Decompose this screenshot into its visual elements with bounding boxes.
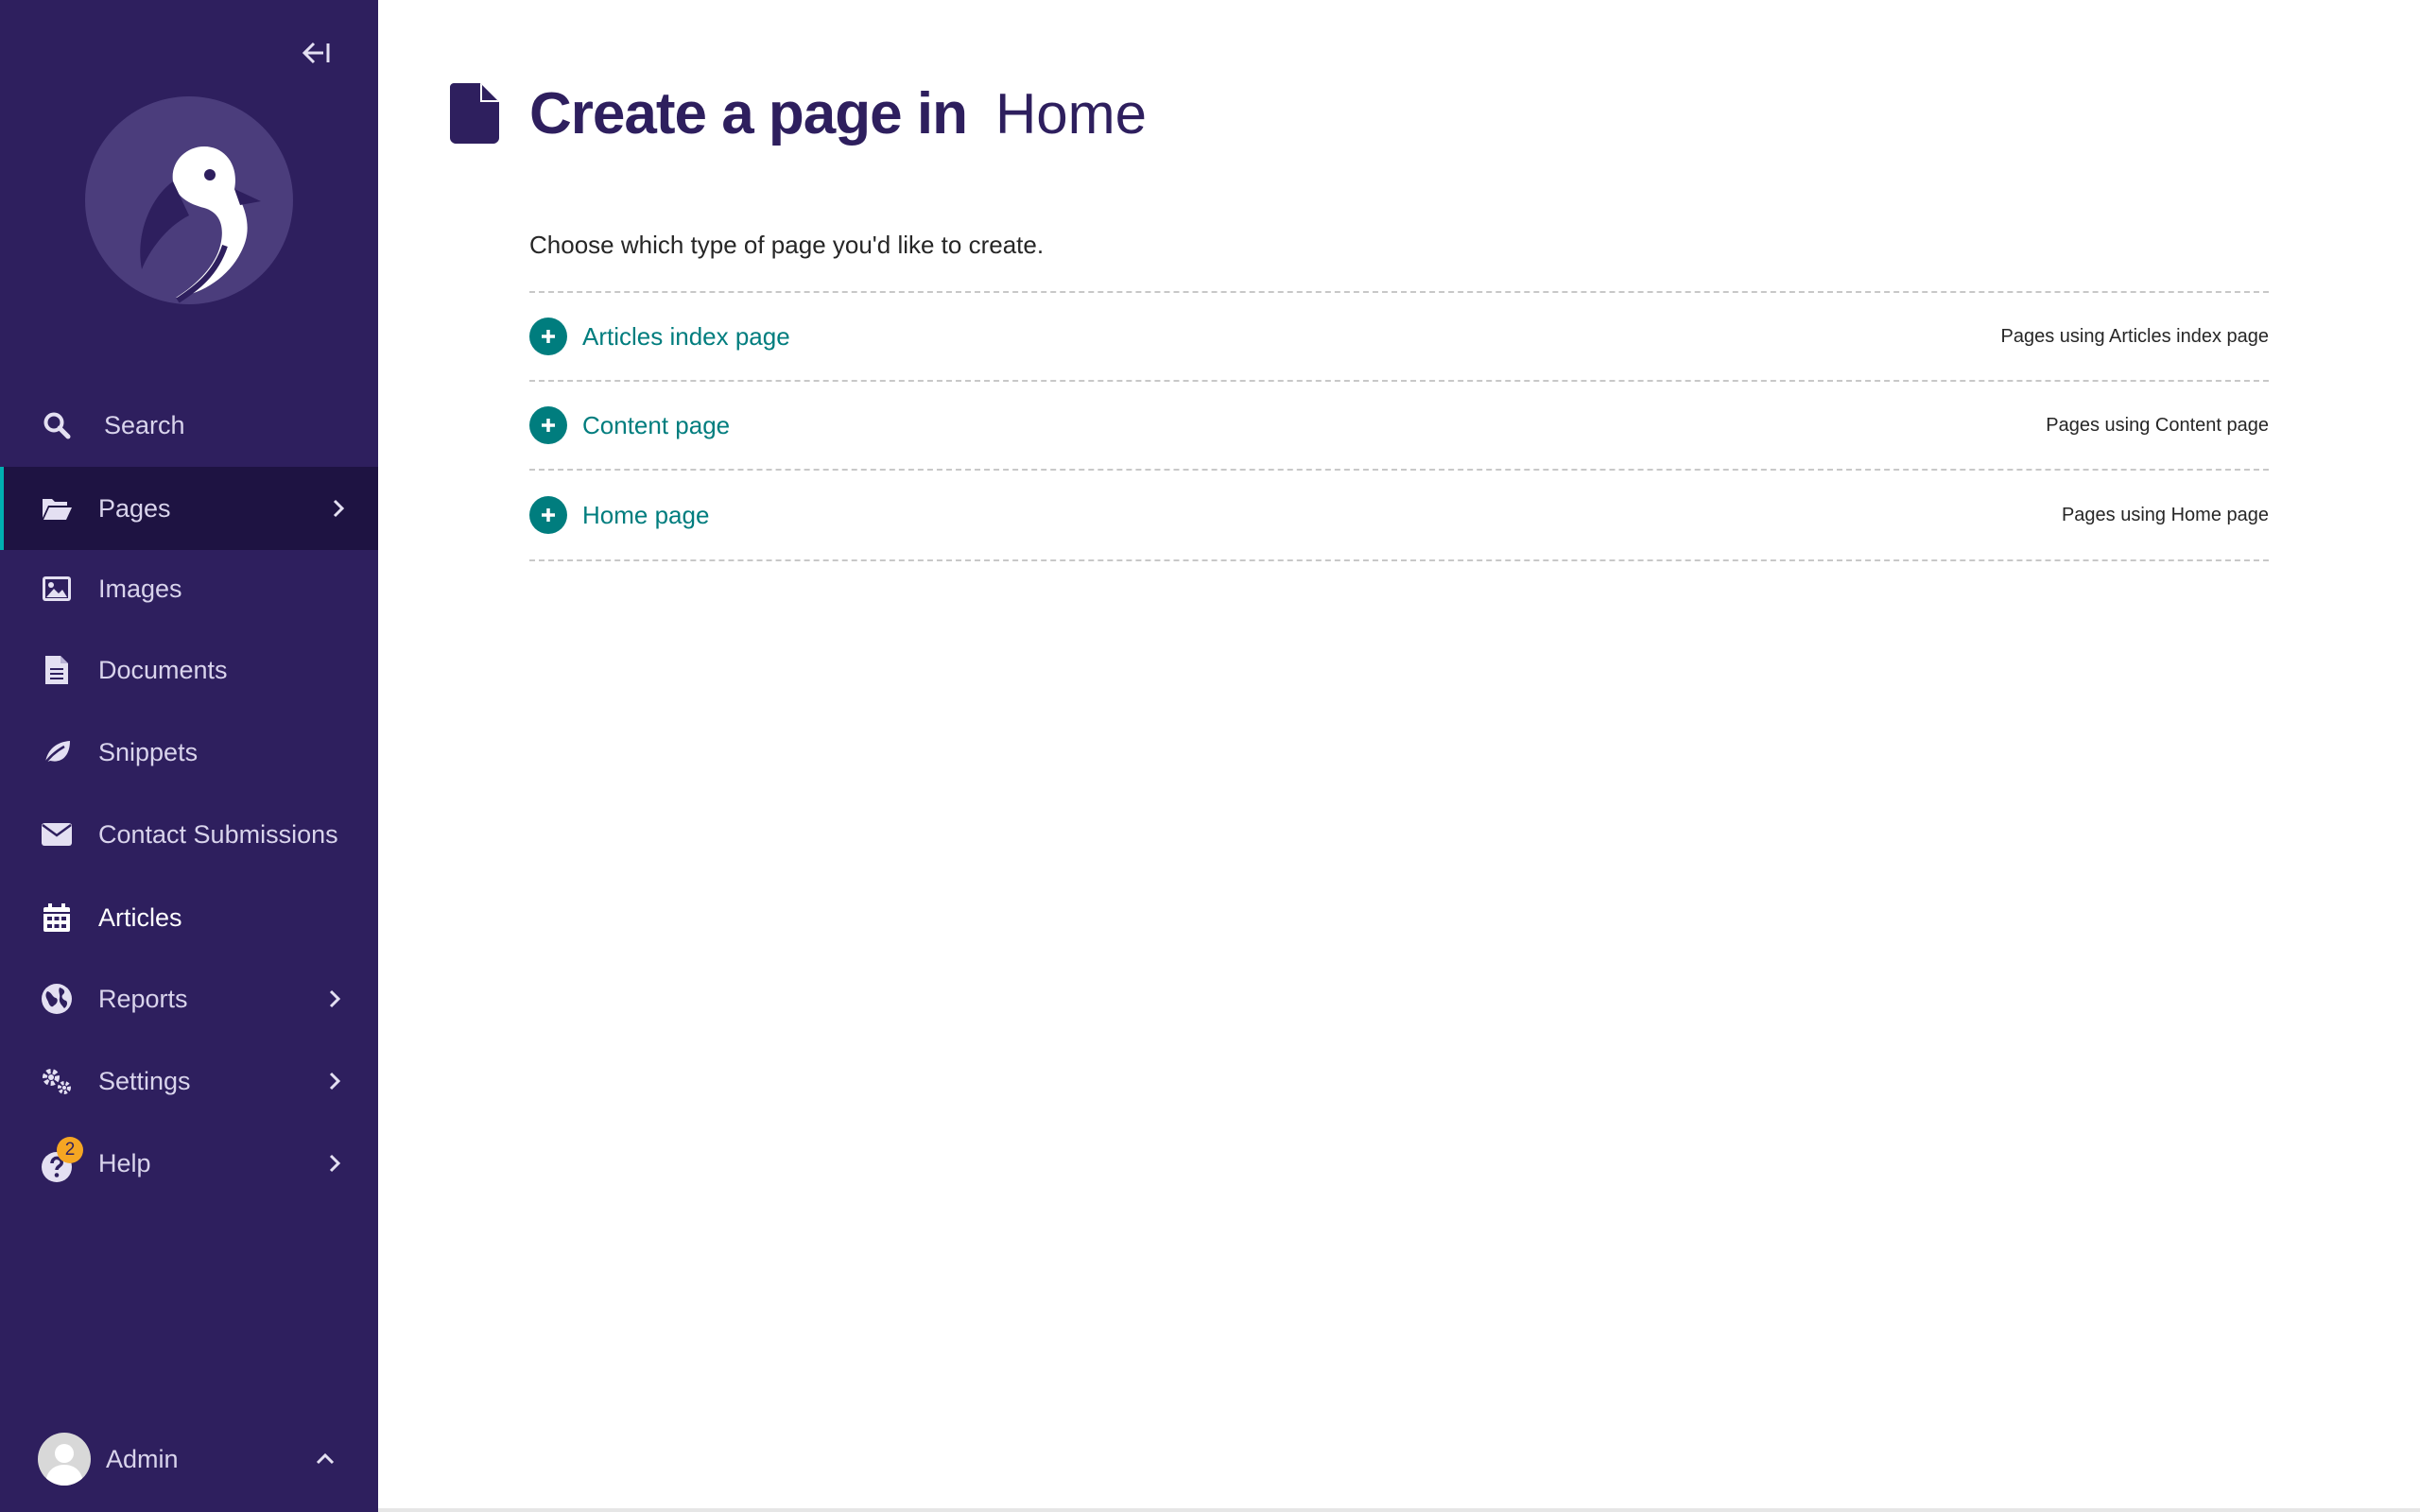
sidebar-item-label: Contact Submissions: [98, 819, 338, 849]
sidebar-item-images[interactable]: Images: [0, 547, 378, 630]
sidebar-item-contact-submissions[interactable]: Contact Submissions: [0, 793, 378, 876]
chevron-up-icon: [314, 1448, 337, 1470]
globe-icon: [38, 980, 76, 1018]
sidebar-item-reports[interactable]: Reports: [0, 957, 378, 1040]
page-type-label: Content page: [582, 410, 731, 439]
usage-link[interactable]: Pages using Articles index page: [2000, 326, 2269, 348]
user-silhouette-icon: [45, 1444, 83, 1486]
chevron-right-icon: [323, 988, 346, 1010]
collapse-sidebar-button[interactable]: [297, 34, 335, 72]
page-title: Create a page in: [529, 80, 968, 146]
add-content-page-link[interactable]: Content page: [529, 406, 730, 444]
chevron-right-icon: [327, 497, 350, 520]
sidebar-search[interactable]: Search: [0, 384, 378, 467]
sidebar-item-label: Images: [98, 574, 182, 603]
search-icon: [38, 406, 76, 444]
wagtail-logo[interactable]: [83, 94, 295, 306]
plus-icon: [529, 406, 567, 444]
sidebar-item-label: Snippets: [98, 737, 199, 766]
sidebar-item-label: Articles: [98, 902, 182, 932]
add-articles-index-page-link[interactable]: Articles index page: [529, 318, 790, 355]
envelope-icon: [38, 816, 76, 853]
sidebar-search-label: Search: [104, 410, 185, 439]
intro-text: Choose which type of page you'd like to …: [529, 231, 1045, 259]
list-item: Home page Pages using Home page: [529, 471, 2269, 561]
sidebar: Search Pages Images Documents Snippets C…: [0, 0, 378, 1512]
main-content: Create a page in Home Choose which type …: [378, 0, 2420, 1512]
page-document-icon: [450, 83, 499, 144]
plus-icon: [529, 318, 567, 355]
sidebar-item-label: Help: [98, 1148, 151, 1177]
leaf-icon: [38, 733, 76, 771]
page-header: Create a page in Home: [450, 79, 1147, 147]
wagtail-bird-icon: [85, 96, 293, 304]
chevron-right-icon: [323, 1070, 346, 1092]
plus-icon: [529, 496, 567, 534]
account-menu-toggle[interactable]: Admin: [0, 1421, 378, 1497]
page-type-label: Articles index page: [582, 321, 790, 351]
sidebar-item-label: Settings: [98, 1066, 191, 1095]
sidebar-item-help[interactable]: 2 Help: [0, 1122, 378, 1205]
account-name: Admin: [106, 1444, 179, 1473]
list-item: Articles index page Pages using Articles…: [529, 293, 2269, 382]
sidebar-item-label: Documents: [98, 655, 228, 684]
collapse-arrow-icon: [302, 42, 330, 64]
add-home-page-link[interactable]: Home page: [529, 496, 709, 534]
sidebar-item-label: Reports: [98, 984, 188, 1013]
sidebar-item-snippets[interactable]: Snippets: [0, 711, 378, 794]
image-icon: [38, 570, 76, 608]
sidebar-item-label: Pages: [98, 493, 171, 523]
sidebar-item-pages[interactable]: Pages: [0, 467, 378, 550]
page-type-list: Articles index page Pages using Articles…: [529, 291, 2269, 561]
page-type-label: Home page: [582, 500, 710, 529]
document-icon: [38, 651, 76, 689]
list-item: Content page Pages using Content page: [529, 382, 2269, 471]
folder-open-icon: [38, 490, 76, 527]
chevron-right-icon: [323, 1152, 346, 1175]
sidebar-item-articles[interactable]: Articles: [0, 876, 378, 959]
cogs-icon: [38, 1062, 76, 1100]
usage-link[interactable]: Pages using Content page: [2046, 415, 2269, 437]
calendar-icon: [38, 899, 76, 936]
sidebar-item-settings[interactable]: Settings: [0, 1040, 378, 1123]
sidebar-item-documents[interactable]: Documents: [0, 628, 378, 712]
avatar: [38, 1433, 91, 1486]
footer-divider: [378, 1508, 2420, 1512]
page-subtitle: Home: [994, 81, 1148, 146]
usage-link[interactable]: Pages using Home page: [2062, 505, 2269, 526]
help-notification-badge: 2: [57, 1137, 83, 1163]
